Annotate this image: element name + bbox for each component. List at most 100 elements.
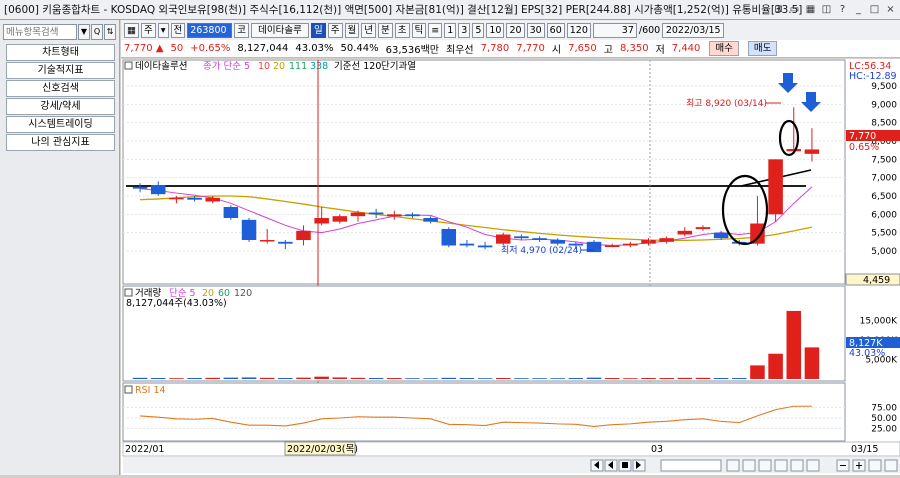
- volume-bar: [278, 378, 293, 379]
- pane-toggle-icon[interactable]: [124, 61, 133, 70]
- price-tick-label: 6,500: [871, 192, 897, 202]
- candle-body: [768, 159, 783, 215]
- scroll-end-button[interactable]: [868, 459, 882, 472]
- bar-count-input[interactable]: 37: [592, 22, 637, 38]
- interval-1[interactable]: 1: [444, 22, 457, 38]
- help-icon[interactable]: ?: [835, 2, 850, 17]
- volume-bar: [514, 378, 529, 379]
- search-dropdown-icon[interactable]: ▼: [78, 24, 90, 40]
- tool-button-4[interactable]: [790, 459, 804, 472]
- stock-name-field[interactable]: 데이타솔루: [251, 22, 310, 38]
- market-select[interactable]: 주: [140, 22, 156, 38]
- tab-second[interactable]: 초: [394, 22, 410, 38]
- minimize-icon[interactable]: _: [851, 2, 866, 17]
- layout-icon[interactable]: ▦: [124, 22, 139, 38]
- price-tick-label: 5,500: [871, 229, 897, 239]
- ratio-pct: 50.44%: [340, 43, 379, 54]
- tool-button-2[interactable]: [758, 459, 772, 472]
- candle-body: [623, 243, 638, 246]
- rsi-tick-label: 50.00: [871, 414, 897, 424]
- candle-body: [150, 185, 166, 195]
- low-label: 저: [655, 45, 665, 56]
- zoom-slider[interactable]: [660, 459, 722, 472]
- tab-tick[interactable]: 틱: [411, 22, 427, 38]
- chart-area[interactable]: 데이타솔루션 종가 단순 5 10 20 111 338 기준선 120 단기과…: [121, 59, 900, 475]
- open-price: 7,650: [568, 43, 597, 54]
- window-split-icon[interactable]: ◫: [819, 2, 834, 17]
- interval-3[interactable]: 3: [458, 22, 471, 38]
- tool-button-1[interactable]: [742, 459, 756, 472]
- candle-body: [368, 212, 384, 215]
- volume-bar: [387, 378, 402, 379]
- sidebar-item-my-indicators[interactable]: 나의 관심지표: [6, 134, 115, 151]
- search-icon[interactable]: Q: [91, 24, 103, 40]
- bar-count-total: /600: [638, 24, 661, 36]
- buy-button[interactable]: 매수: [709, 41, 739, 56]
- date-input[interactable]: 2022/03/15: [662, 22, 725, 38]
- interval-10[interactable]: 10: [486, 22, 505, 38]
- stock-code-input[interactable]: [187, 22, 233, 38]
- candle-body: [750, 223, 765, 244]
- tool-button-3[interactable]: [774, 459, 788, 472]
- sidebar-item-chart-type[interactable]: 차트형태: [6, 44, 115, 61]
- all-button[interactable]: 전: [170, 22, 186, 38]
- candle-body: [205, 197, 220, 202]
- volume-bar: [586, 377, 602, 379]
- volume-tick-label: 15,000K: [860, 317, 898, 327]
- interval-30[interactable]: 30: [526, 22, 545, 38]
- sort-icon[interactable]: ⇅: [104, 24, 116, 40]
- sidebar-item-system-trading[interactable]: 시스템트레이딩: [6, 116, 115, 133]
- legend-ma20: 20: [273, 61, 285, 72]
- tool-button-5[interactable]: [806, 459, 820, 472]
- tab-day[interactable]: 일: [311, 22, 326, 38]
- zoom-button[interactable]: [726, 459, 740, 472]
- low-tag: 4,459: [863, 275, 890, 286]
- menu-search-input[interactable]: [3, 24, 77, 40]
- volume-bar: [495, 378, 511, 379]
- settings-icon[interactable]: ≡: [428, 22, 443, 38]
- interval-120[interactable]: 120: [566, 22, 591, 38]
- tab-year[interactable]: 년: [361, 22, 377, 38]
- interval-20[interactable]: 20: [506, 22, 525, 38]
- volume-bar: [604, 378, 620, 379]
- candle-body: [223, 207, 239, 218]
- volume-bar: [659, 378, 674, 379]
- candle-body: [241, 219, 257, 240]
- market-dropdown-icon[interactable]: ▾: [157, 22, 169, 38]
- menu-search-row: ▼ Q ⇅: [0, 20, 119, 44]
- volume-bar: [368, 378, 384, 379]
- window-grid-icon[interactable]: ▦: [803, 2, 818, 17]
- rsi-toggle-icon[interactable]: [124, 385, 133, 394]
- scroll-last-button[interactable]: [884, 459, 898, 472]
- volume-bar: [477, 378, 493, 379]
- candle-body: [423, 218, 438, 222]
- volume-bar: [423, 378, 438, 379]
- window-mode-icon[interactable]: ⊞: [771, 2, 786, 17]
- quote-bar: 7,770 ▲ 50 +0.65% 8,127,044 43.03% 50.44…: [121, 40, 900, 58]
- interval-5[interactable]: 5: [472, 22, 485, 38]
- sidebar-item-signal-search[interactable]: 신호검색: [6, 80, 115, 97]
- maximize-icon[interactable]: □: [867, 2, 882, 17]
- candle-body: [296, 230, 311, 240]
- sell-button[interactable]: 매도: [747, 41, 778, 56]
- volume-bar: [150, 378, 166, 379]
- sidebar-item-technical-indicators[interactable]: 기술적지표: [6, 62, 115, 79]
- chart-svg[interactable]: 데이타솔루션 종가 단순 5 10 20 111 338 기준선 120 단기과…: [121, 59, 900, 475]
- x-label-mid: 03: [651, 444, 663, 455]
- tab-week[interactable]: 주: [327, 22, 343, 38]
- price-tick-label: 5,000: [871, 247, 897, 257]
- tab-minute[interactable]: 분: [378, 22, 393, 38]
- sidebar-item-strength[interactable]: 강세/약세: [6, 98, 115, 115]
- close-icon[interactable]: ×: [883, 2, 898, 17]
- tab-month[interactable]: 월: [344, 22, 360, 38]
- interval-60[interactable]: 60: [546, 22, 565, 38]
- price-tick-label: 7,500: [871, 155, 897, 165]
- turnover-pct: 43.03%: [295, 43, 334, 54]
- candle-body: [514, 236, 529, 239]
- legend-ma5: 종가 단순 5: [203, 61, 250, 72]
- volume-toggle-icon[interactable]: [124, 288, 133, 297]
- price-y-axis: 9,5009,0008,5008,0007,5007,0006,5006,000…: [871, 82, 897, 257]
- high-label: 고: [603, 45, 613, 56]
- candle-body: [695, 227, 711, 229]
- window-restore-icon[interactable]: ▭: [787, 2, 802, 17]
